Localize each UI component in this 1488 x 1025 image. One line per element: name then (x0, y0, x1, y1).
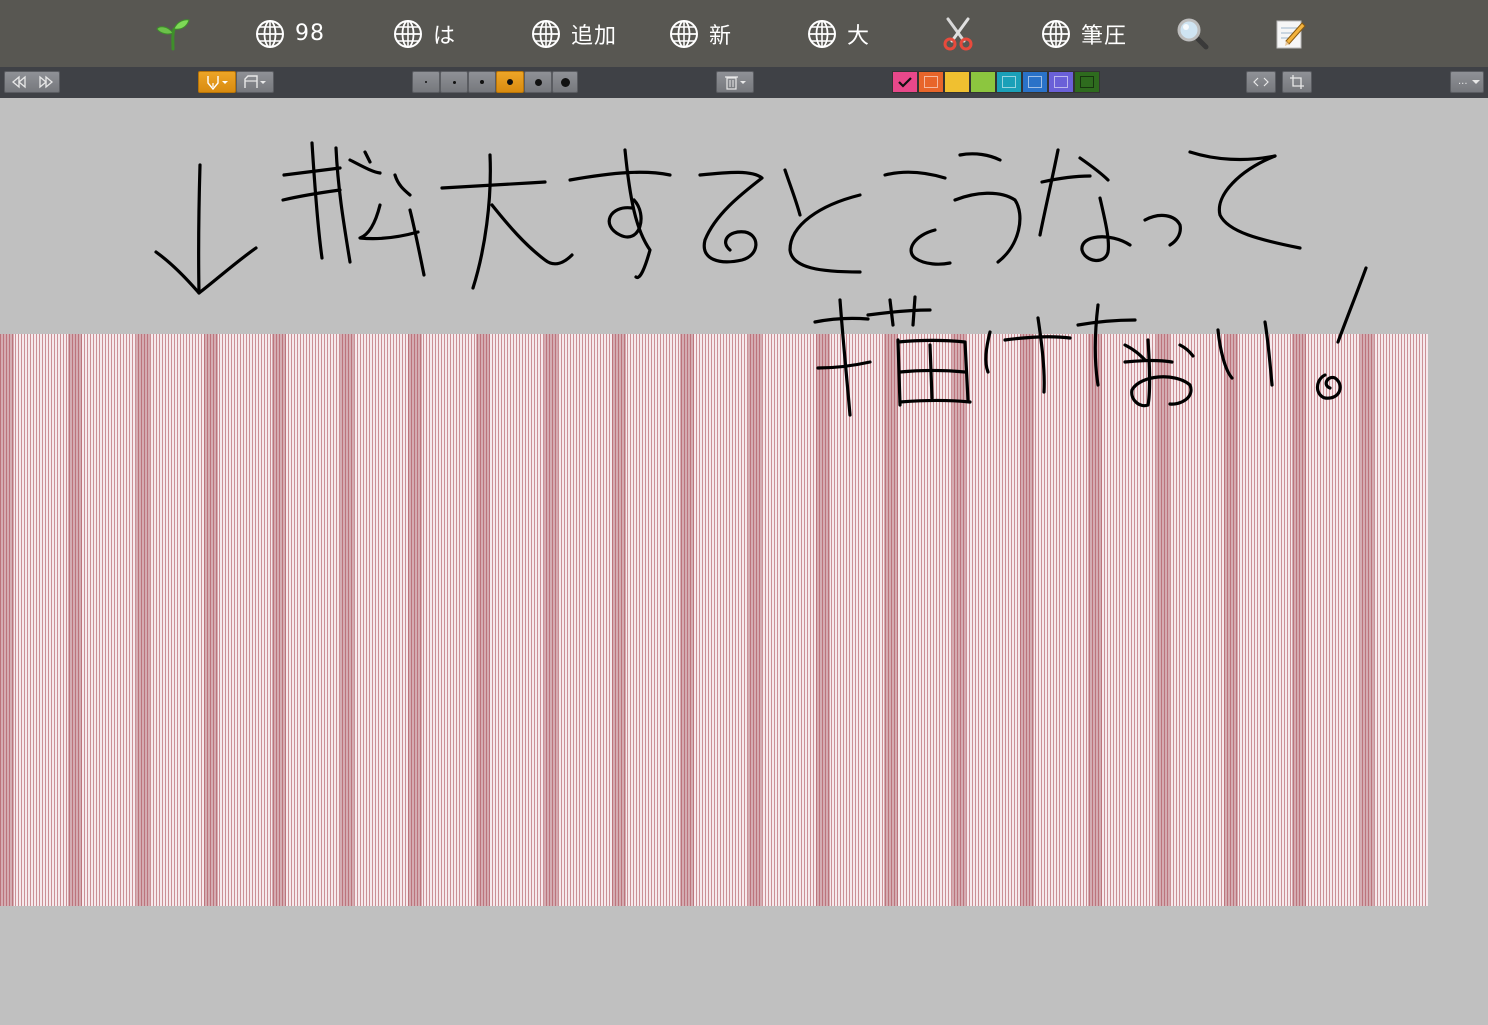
scissors-icon[interactable] (942, 0, 974, 67)
globe-label: 大 (847, 23, 871, 49)
check-icon (898, 77, 912, 88)
sub-toolbar: ... (0, 67, 1488, 98)
globe-button-ha[interactable]: は (393, 0, 456, 67)
globe-icon (394, 19, 422, 48)
globe-label: 新 (709, 23, 733, 49)
dot-icon (452, 80, 456, 84)
drawing-canvas[interactable] (0, 334, 1428, 906)
sprout-icon[interactable] (155, 0, 191, 67)
top-toolbar: 98 は 追加 新 大 筆圧 (0, 0, 1488, 67)
swatch-pink[interactable] (892, 71, 918, 93)
eraser-tool-button[interactable] (236, 71, 274, 93)
brush-size-2[interactable] (440, 71, 468, 93)
swatch-orange[interactable] (918, 71, 944, 93)
more-menu-button[interactable]: ... (1450, 71, 1484, 93)
swatch-violet[interactable] (1048, 71, 1074, 93)
brush-size-6[interactable] (552, 71, 578, 93)
swatch-darkgreen[interactable] (1074, 71, 1100, 93)
caret-down-icon (1471, 80, 1480, 84)
crop-button[interactable] (1282, 71, 1312, 93)
globe-label: は (433, 23, 457, 49)
globe-icon (532, 19, 560, 48)
globe-button-hitsuatsu[interactable]: 筆圧 (1041, 0, 1127, 67)
trash-icon (725, 76, 746, 90)
globe-icon (670, 19, 698, 48)
dot-icon (425, 81, 427, 83)
code-button[interactable] (1246, 71, 1276, 93)
dot-icon (560, 77, 570, 87)
pen-icon (207, 76, 228, 90)
dot-icon (534, 78, 542, 86)
magnifier-icon[interactable] (1176, 0, 1210, 67)
swatch-yellow[interactable] (944, 71, 970, 93)
globe-button-shin[interactable]: 新 (669, 0, 732, 67)
globe-icon (256, 19, 284, 48)
globe-label: 追加 (571, 23, 618, 49)
clear-button[interactable] (716, 71, 754, 93)
crop-icon (1290, 75, 1304, 89)
globe-label: 98 (295, 21, 325, 46)
eraser-icon (244, 75, 266, 88)
memo-icon[interactable] (1274, 0, 1306, 67)
globe-label: 筆圧 (1081, 23, 1128, 49)
brush-size-3[interactable] (468, 71, 496, 93)
code-icon (1253, 77, 1269, 87)
pen-tool-button[interactable] (198, 71, 236, 93)
dot-icon (480, 80, 484, 84)
brush-size-4[interactable] (496, 71, 524, 93)
dot-icon (507, 79, 513, 85)
globe-icon (1042, 19, 1070, 48)
globe-button-tsuika[interactable]: 追加 (531, 0, 617, 67)
brush-size-1[interactable] (412, 71, 440, 93)
more-label: ... (1458, 76, 1468, 87)
color-palette (892, 67, 1104, 98)
globe-icon (808, 19, 836, 48)
swatch-blue[interactable] (1022, 71, 1048, 93)
swatch-green[interactable] (970, 71, 996, 93)
undo-icon[interactable] (10, 75, 28, 89)
brush-size-5[interactable] (524, 71, 552, 93)
globe-button-dai[interactable]: 大 (807, 0, 870, 67)
globe-button-98[interactable]: 98 (255, 0, 325, 67)
history-buttons (4, 71, 60, 93)
redo-icon[interactable] (37, 75, 55, 89)
swatch-teal[interactable] (996, 71, 1022, 93)
